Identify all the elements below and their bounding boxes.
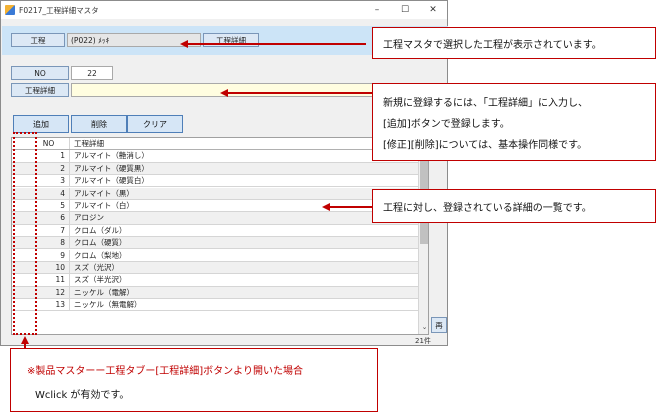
arrow-3-head: [322, 202, 330, 211]
process-detail-button[interactable]: 工程詳細: [203, 33, 259, 47]
table-row[interactable]: 1 アルマイト（艶消し）: [12, 150, 418, 163]
table-row[interactable]: 7 クロム（ダル）: [12, 224, 418, 237]
detail-label: 工程詳細: [11, 83, 69, 97]
minimize-button[interactable]: –: [363, 1, 391, 19]
arrow-4-head: [21, 336, 29, 344]
maximize-button[interactable]: ☐: [391, 1, 419, 19]
clear-button[interactable]: クリア: [127, 115, 183, 133]
redisplay-button[interactable]: 再: [431, 317, 447, 333]
callout-1: 工程マスタで選択した工程が表示されています。: [372, 27, 656, 59]
window-title: F0217_工程詳細マスタ: [19, 5, 99, 15]
arrow-3-line: [328, 206, 372, 208]
table-row[interactable]: 13 ニッケル（無電解）: [12, 299, 418, 312]
callout-3: 工程に対し、登録されている詳細の一覧です。: [372, 189, 656, 223]
grid-header: NO 工程詳細: [12, 138, 418, 151]
note-line-2: Wclick が有効です。: [35, 390, 130, 401]
add-button[interactable]: 追加: [13, 115, 69, 133]
callout-1-text: 工程マスタで選択した工程が表示されています。: [383, 39, 602, 51]
note-line-1: ※製品マスターー工程タブー[工程詳細]ボタンより開いた場合: [27, 366, 303, 377]
dotted-highlight: [13, 132, 37, 335]
no-field[interactable]: 22: [71, 66, 113, 80]
process-detail-grid[interactable]: NO 工程詳細 1 アルマイト（艶消し） 2 アルマイト（硬質黒） 3 アルマイト（硬…: [11, 137, 429, 335]
title-bar: F0217_工程詳細マスタ – ☐ ✕: [1, 1, 447, 19]
table-row[interactable]: 11 スズ（半光沢）: [12, 274, 418, 287]
arrow-1-head: [180, 39, 188, 48]
callout-2: 新規に登録するには、「工程詳細」に入力し、 [追加]ボタンで登録します。 [修正…: [372, 83, 656, 161]
delete-button[interactable]: 削除: [71, 115, 127, 133]
callout-3-text: 工程に対し、登録されている詳細の一覧です。: [383, 202, 592, 214]
callout-2-line-2: [追加]ボタンで登録します。: [383, 119, 510, 130]
table-row[interactable]: 3 アルマイト（硬質白）: [12, 175, 418, 188]
table-row[interactable]: 10 スズ（光沢）: [12, 262, 418, 275]
col-detail[interactable]: 工程詳細: [70, 138, 104, 149]
table-row[interactable]: 4 アルマイト（黒）: [12, 187, 418, 200]
table-row[interactable]: 12 ニッケル（電解）: [12, 286, 418, 299]
arrow-2-head: [220, 88, 228, 97]
close-button[interactable]: ✕: [419, 1, 447, 19]
process-label: 工程: [11, 33, 65, 47]
record-count: 21件: [415, 337, 431, 345]
callout-2-line-1: 新規に登録するには、「工程詳細」に入力し、: [383, 98, 588, 109]
table-row[interactable]: 2 アルマイト（硬質黒）: [12, 162, 418, 175]
table-row[interactable]: 9 クロム（梨地）: [12, 249, 418, 262]
note-box: ※製品マスターー工程タブー[工程詳細]ボタンより開いた場合 Wclick が有効…: [10, 348, 378, 412]
vertical-scrollbar[interactable]: ⌄: [418, 138, 428, 334]
arrow-2-line: [226, 92, 372, 94]
no-label: NO: [11, 66, 69, 80]
callout-2-line-3: [修正][削除]については、基本操作同様です。: [383, 140, 588, 151]
arrow-1-line: [186, 43, 366, 45]
table-row[interactable]: 6 アロジン: [12, 212, 418, 225]
table-row[interactable]: 8 クロム（硬質）: [12, 237, 418, 250]
scroll-down-icon[interactable]: ⌄: [419, 322, 428, 332]
app-icon: [5, 5, 15, 15]
